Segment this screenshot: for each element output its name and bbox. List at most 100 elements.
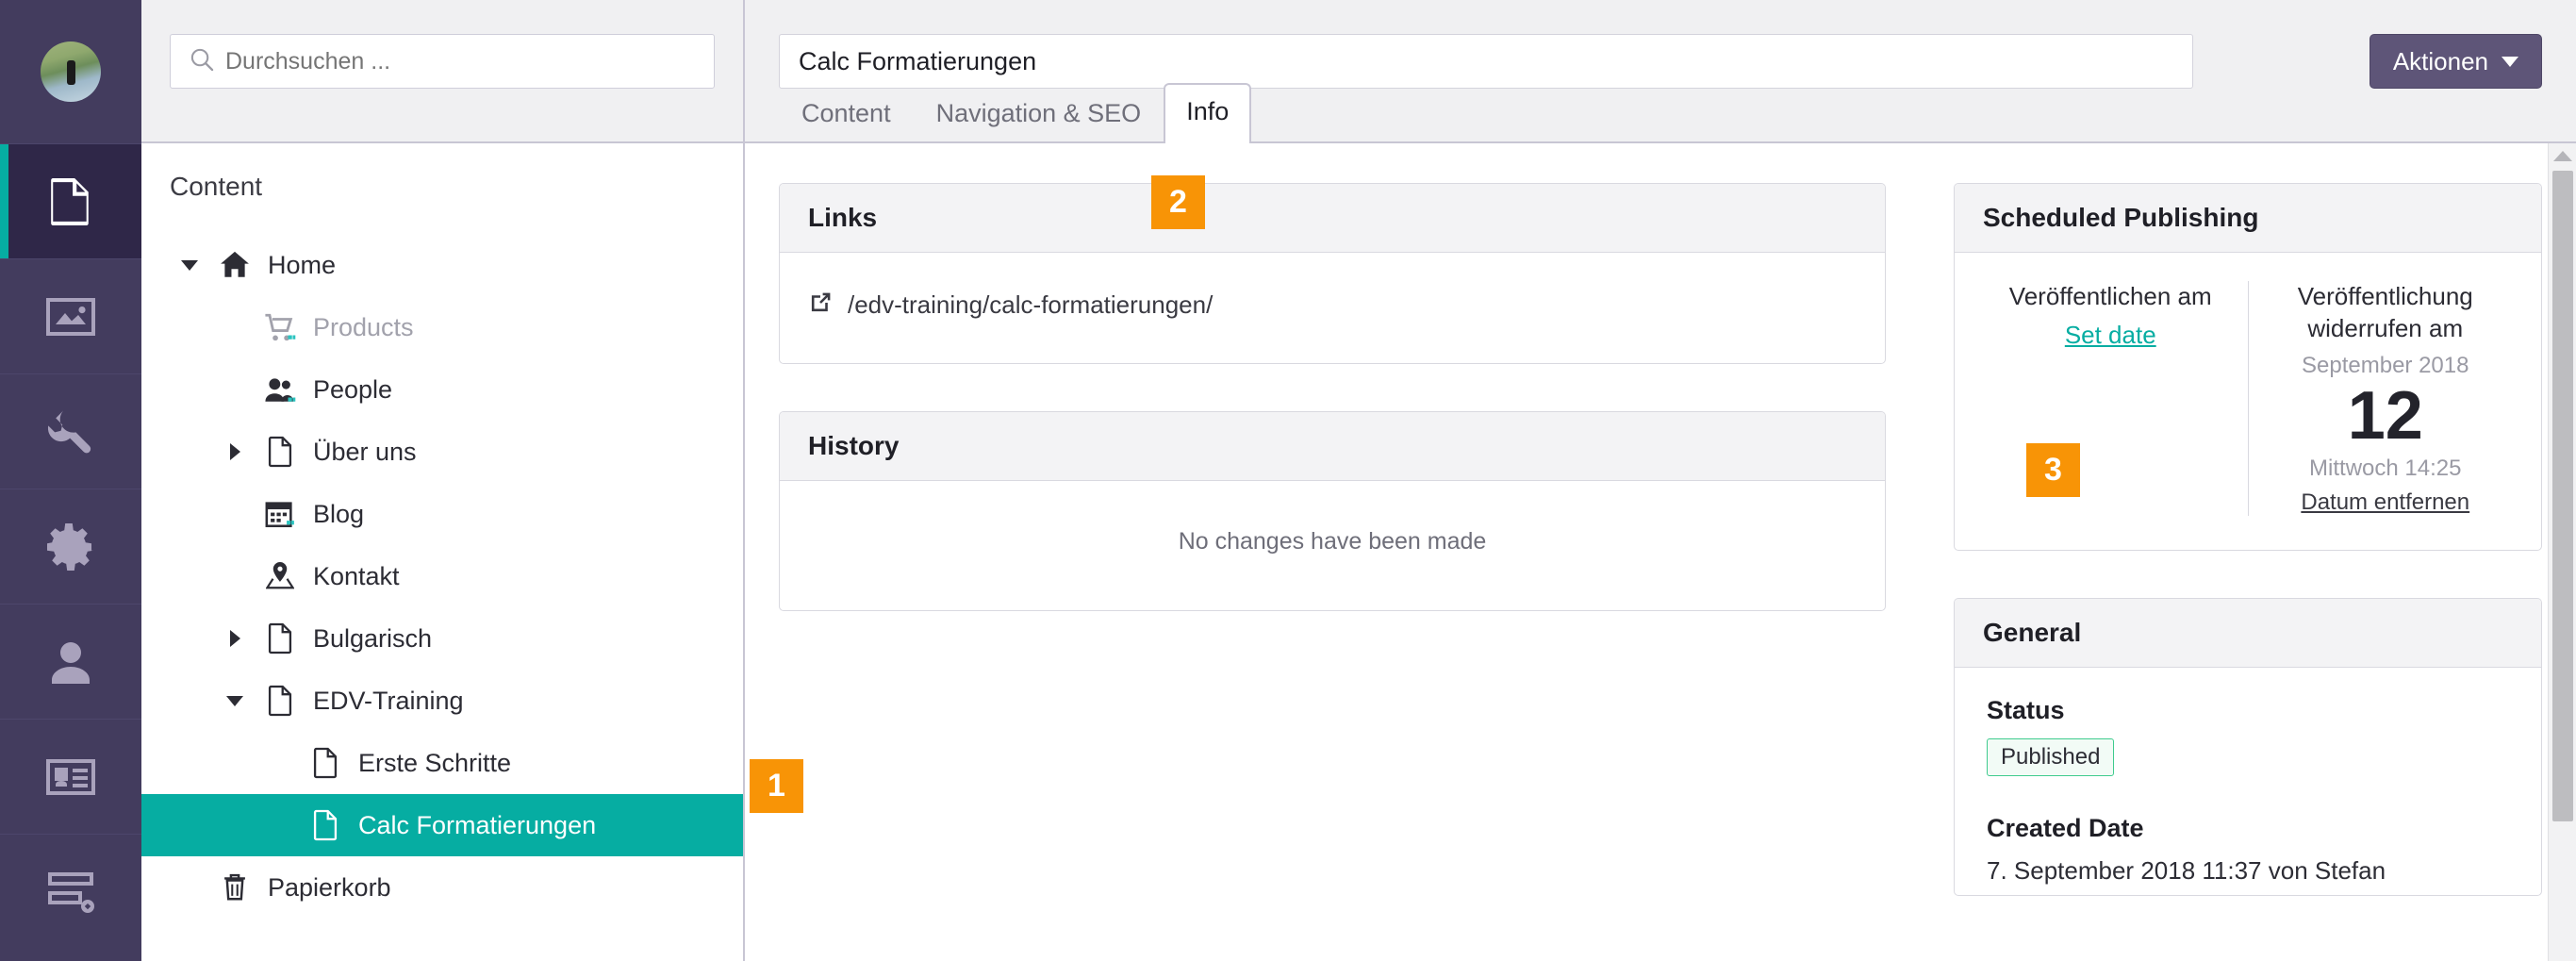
rail-item-configuration[interactable] <box>0 489 141 604</box>
created-date-label: Created Date <box>1987 814 2144 843</box>
unpublish-at-column: Veröffentlichung widerrufen am September… <box>2247 281 2523 517</box>
tree-node-label: Papierkorb <box>268 872 391 902</box>
info-tab-content: Links /edv-training/calc-formatierungen/… <box>745 143 2576 961</box>
search-icon <box>190 47 214 76</box>
tree-node-erste-schritte[interactable]: Erste Schritte <box>141 732 743 794</box>
step-badge-3: 3 <box>2026 443 2080 497</box>
tree-title: Content <box>170 172 263 201</box>
content-tree-panel: Content Home Products People Über uns Blog Ko… <box>141 0 745 961</box>
tree-node-blog[interactable]: Blog <box>141 483 743 545</box>
rail-item-members[interactable] <box>0 719 141 834</box>
image-icon <box>44 296 97 338</box>
chevron-down-icon[interactable] <box>170 259 209 271</box>
tree-node-label: Blog <box>313 499 365 528</box>
tree-search-header <box>141 0 743 143</box>
scheduled-publishing-heading: Scheduled Publishing <box>1955 184 2541 253</box>
tree-node-label: Bulgarisch <box>313 623 433 653</box>
document-icon <box>300 747 351 779</box>
vertical-scrollbar[interactable] <box>2548 143 2576 961</box>
tree-node-label: Kontakt <box>313 561 400 590</box>
page-title-input[interactable] <box>779 34 2193 89</box>
history-panel-heading: History <box>780 412 1885 481</box>
tree-node-ber-uns[interactable]: Über uns <box>141 421 743 483</box>
link-url[interactable]: /edv-training/calc-formatierungen/ <box>848 290 1213 320</box>
tree-node-label: Home <box>268 250 337 279</box>
content-tree: Home Products People Über uns Blog Kontakt Bul… <box>141 234 743 919</box>
chevron-down-icon <box>2502 56 2518 67</box>
document-icon <box>47 175 94 228</box>
id-card-icon <box>44 757 97 797</box>
chevron-down-icon[interactable] <box>215 695 255 706</box>
step-badge-2: 2 <box>1151 175 1205 229</box>
set-date-link[interactable]: Set date <box>2065 321 2156 350</box>
rail-item-content[interactable] <box>0 143 141 258</box>
rail-item-forms[interactable] <box>0 834 141 949</box>
people-icon <box>255 374 305 405</box>
rail-item-settings-tools[interactable] <box>0 373 141 489</box>
tree-node-home[interactable]: Home <box>141 234 743 296</box>
trash-icon <box>209 871 260 903</box>
tree-node-label: Über uns <box>313 437 417 466</box>
app-window: Content Home Products People Über uns Blog Ko… <box>0 0 2576 961</box>
tab-bar: Content Navigation & SEO Info <box>779 83 1252 143</box>
map-pin-icon <box>255 560 305 592</box>
general-panel-body: Status Published Created Date 7. Septemb… <box>1955 668 2541 895</box>
chevron-right-icon[interactable] <box>215 443 255 460</box>
general-panel-heading: General <box>1955 599 2541 669</box>
search-box[interactable] <box>170 34 715 89</box>
links-panel-heading: Links <box>780 184 1885 253</box>
search-input[interactable] <box>225 47 695 75</box>
tree-node-label: EDV-Training <box>313 686 464 715</box>
history-panel-body: No changes have been made <box>780 481 1885 610</box>
main-panel: Aktionen ContentNavigation & SEOInfo Lin… <box>745 0 2576 961</box>
forms-icon <box>44 870 97 914</box>
cart-icon <box>255 312 305 342</box>
tree-node-people[interactable]: People <box>141 358 743 421</box>
external-link-icon <box>808 290 833 320</box>
unpublish-at-label: Veröffentlichung widerrufen am <box>2297 282 2473 342</box>
tree-node-edv-training[interactable]: EDV-Training <box>141 670 743 732</box>
tree-node-label: Erste Schritte <box>358 748 512 777</box>
tab-navigation-seo[interactable]: Navigation & SEO <box>914 85 1164 143</box>
tab-info[interactable]: Info <box>1164 83 1252 143</box>
tree-node-products[interactable]: Products <box>141 296 743 358</box>
remove-date-link[interactable]: Datum entfernen <box>2301 489 2469 516</box>
tree-node-label: People <box>313 374 393 404</box>
rail-item-users[interactable] <box>0 604 141 719</box>
tree-node-papierkorb[interactable]: Papierkorb <box>141 856 743 919</box>
primary-nav-rail <box>0 0 141 961</box>
main-header: Aktionen ContentNavigation & SEOInfo <box>745 0 2576 143</box>
caret-up-icon[interactable] <box>2552 151 2572 161</box>
history-empty-message: No changes have been made <box>1178 528 1487 555</box>
user-icon <box>48 638 93 686</box>
scheduled-publishing-body: Veröffentlichen am Set date Veröffentlic… <box>1955 253 2541 550</box>
actions-button-label: Aktionen <box>2392 46 2488 75</box>
rail-item-media[interactable] <box>0 258 141 373</box>
links-panel: Links /edv-training/calc-formatierungen/ <box>779 183 1886 364</box>
chevron-right-icon[interactable] <box>215 630 255 647</box>
info-left-column: Links /edv-training/calc-formatierungen/… <box>745 183 1924 961</box>
column-spacer <box>1924 183 1954 961</box>
step-badge-1: 1 <box>750 759 803 813</box>
avatar[interactable] <box>41 41 101 102</box>
tab-content[interactable]: Content <box>779 85 914 143</box>
avatar-cell <box>0 0 141 143</box>
gear-icon <box>45 522 96 572</box>
actions-button[interactable]: Aktionen <box>2369 34 2542 89</box>
tree-body: Content Home Products People Über uns Blog Ko… <box>141 143 743 961</box>
document-icon <box>255 436 305 468</box>
document-icon <box>255 622 305 654</box>
unpublish-weekday-time: Mittwoch 14:25 <box>2309 456 2462 482</box>
home-icon <box>209 249 260 281</box>
document-icon <box>255 685 305 717</box>
tree-node-calc-formatierungen[interactable]: Calc Formatierungen <box>141 794 743 856</box>
tree-node-kontakt[interactable]: Kontakt <box>141 545 743 607</box>
links-panel-body: /edv-training/calc-formatierungen/ <box>780 253 1885 363</box>
created-date-value: 7. September 2018 11:37 von Stefan <box>1987 856 2386 886</box>
tree-node-label: Calc Formatierungen <box>358 810 597 839</box>
general-panel: General Status Published Created Date 7.… <box>1954 598 2542 897</box>
link-row[interactable]: /edv-training/calc-formatierungen/ <box>808 279 1857 337</box>
publish-at-label: Veröffentlichen am <box>2008 282 2212 310</box>
tree-node-bulgarisch[interactable]: Bulgarisch <box>141 607 743 670</box>
scrollbar-thumb[interactable] <box>2551 171 2573 821</box>
